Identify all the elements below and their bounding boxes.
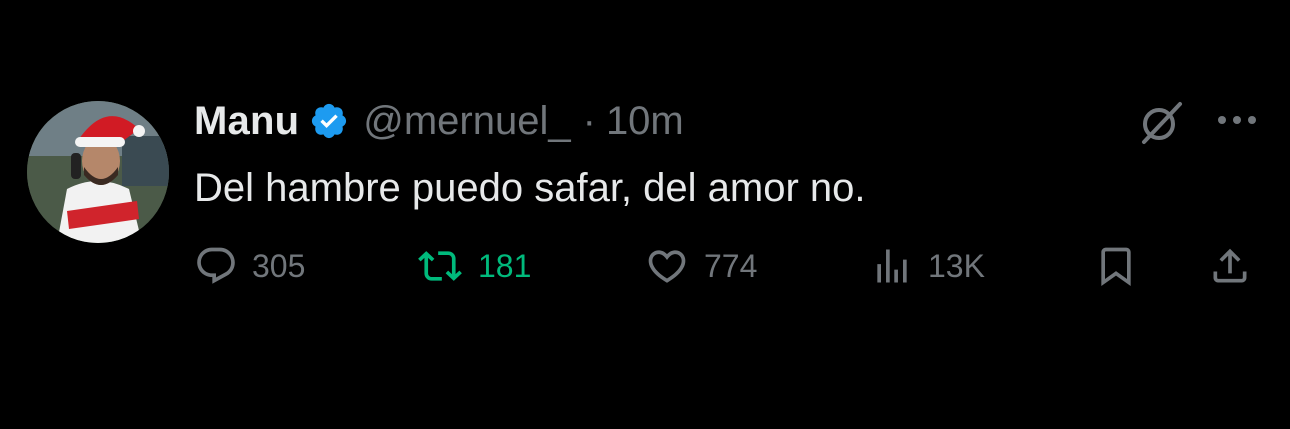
bookmark-button[interactable]: [1094, 240, 1138, 292]
timestamp[interactable]: 10m: [606, 99, 684, 144]
author-handle[interactable]: @mernuel_: [363, 99, 570, 144]
avatar[interactable]: [27, 101, 169, 243]
verified-badge-icon: [309, 101, 349, 141]
tweet-card[interactable]: Manu @mernuel_ · 10m Del hambre puedo sa…: [0, 0, 1290, 429]
grok-icon[interactable]: [1138, 100, 1184, 146]
more-options-icon[interactable]: [1214, 108, 1260, 132]
like-count: 774: [704, 247, 758, 284]
avatar-image: [27, 101, 169, 243]
action-bar: 305 181 774 13K: [194, 240, 1260, 292]
share-upload-icon: [1213, 248, 1247, 283]
reply-count: 305: [252, 247, 306, 284]
reply-bubble-icon: [197, 247, 235, 284]
tweet-header: Manu @mernuel_ · 10m: [194, 96, 684, 146]
like-button[interactable]: 774: [644, 240, 757, 292]
author-name[interactable]: Manu: [194, 99, 299, 144]
analytics-bars-icon: [877, 249, 907, 283]
views-count: 13K: [928, 247, 985, 284]
retweet-icon: [418, 251, 462, 281]
heart-icon: [648, 250, 686, 283]
bookmark-icon: [1101, 247, 1131, 287]
share-button[interactable]: [1208, 240, 1252, 292]
retweet-button[interactable]: 181: [416, 240, 531, 292]
reply-button[interactable]: 305: [194, 240, 305, 292]
views-button[interactable]: 13K: [870, 240, 985, 292]
retweet-count: 181: [478, 247, 532, 284]
tweet-text: Del hambre puedo safar, del amor no.: [194, 166, 866, 210]
separator-dot: ·: [582, 98, 596, 143]
